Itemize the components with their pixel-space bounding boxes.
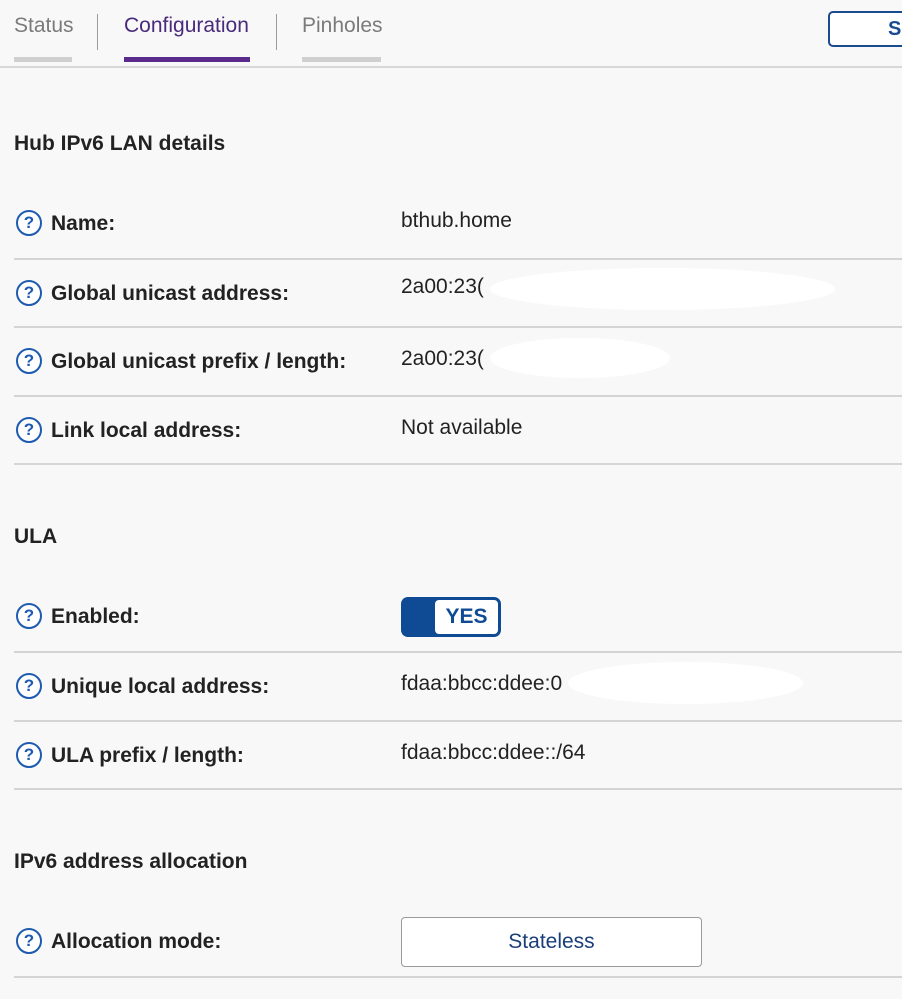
row-label: Global unicast address:	[51, 282, 290, 305]
help-icon[interactable]: ?	[16, 210, 42, 236]
row-global-unicast-prefix: ? Global unicast prefix / length: 2a00:2…	[14, 328, 902, 396]
toggle-state-label: YES	[435, 600, 498, 634]
tab-configuration[interactable]: Configuration	[124, 14, 249, 38]
help-icon[interactable]: ?	[16, 742, 42, 768]
help-icon[interactable]: ?	[16, 417, 42, 443]
redaction-mask	[568, 662, 803, 704]
section-divider	[14, 463, 902, 465]
ula-enabled-toggle[interactable]: YES	[401, 597, 501, 637]
row-label: Name:	[51, 212, 116, 235]
tab-status[interactable]: Status	[14, 14, 74, 38]
row-label: Link local address:	[51, 419, 242, 442]
redaction-mask	[490, 268, 835, 310]
row-ula-enabled: ? Enabled: YES	[14, 583, 902, 651]
row-value: fdaa:bbcc:ddee::/64	[401, 740, 586, 764]
row-value: 2a00:23(	[401, 275, 484, 299]
row-label: Unique local address:	[51, 675, 270, 698]
row-ula-prefix: ? ULA prefix / length: fdaa:bbcc:ddee::/…	[14, 722, 902, 790]
row-value: bthub.home	[401, 208, 512, 232]
row-name: ? Name: bthub.home	[14, 190, 902, 258]
row-label: Enabled:	[51, 605, 140, 628]
section-divider	[14, 788, 902, 790]
row-link-local-address: ? Link local address: Not available	[14, 397, 902, 465]
allocation-mode-select[interactable]: Stateless	[401, 917, 702, 967]
help-icon[interactable]: ?	[16, 348, 42, 374]
help-icon[interactable]: ?	[16, 673, 42, 699]
tab-pinholes[interactable]: Pinholes	[302, 14, 383, 38]
help-icon[interactable]: ?	[16, 928, 42, 954]
row-allocation-mode: ? Allocation mode: Stateless	[14, 908, 902, 976]
save-button[interactable]: S	[828, 11, 902, 47]
row-value: Not available	[401, 415, 523, 439]
tab-divider	[97, 14, 98, 50]
tab-pinholes-underline	[302, 57, 381, 62]
row-label: ULA prefix / length:	[51, 744, 244, 767]
redaction-mask	[490, 338, 670, 378]
tab-status-underline	[14, 57, 72, 62]
row-value: fdaa:bbcc:ddee:0	[401, 671, 563, 695]
tab-bar-divider	[0, 66, 902, 68]
help-icon[interactable]: ?	[16, 280, 42, 306]
row-divider	[14, 976, 902, 978]
row-label: Allocation mode:	[51, 930, 222, 953]
help-icon[interactable]: ?	[16, 603, 42, 629]
tab-bar: Status Configuration Pinholes S	[0, 0, 902, 68]
section-title-ula: ULA	[14, 525, 58, 548]
section-title-hub-lan: Hub IPv6 LAN details	[14, 132, 226, 155]
tab-configuration-underline	[124, 57, 250, 62]
row-label: Global unicast prefix / length:	[51, 350, 347, 373]
row-value: 2a00:23(	[401, 346, 484, 370]
tab-divider	[276, 14, 277, 50]
section-title-allocation: IPv6 address allocation	[14, 850, 248, 873]
